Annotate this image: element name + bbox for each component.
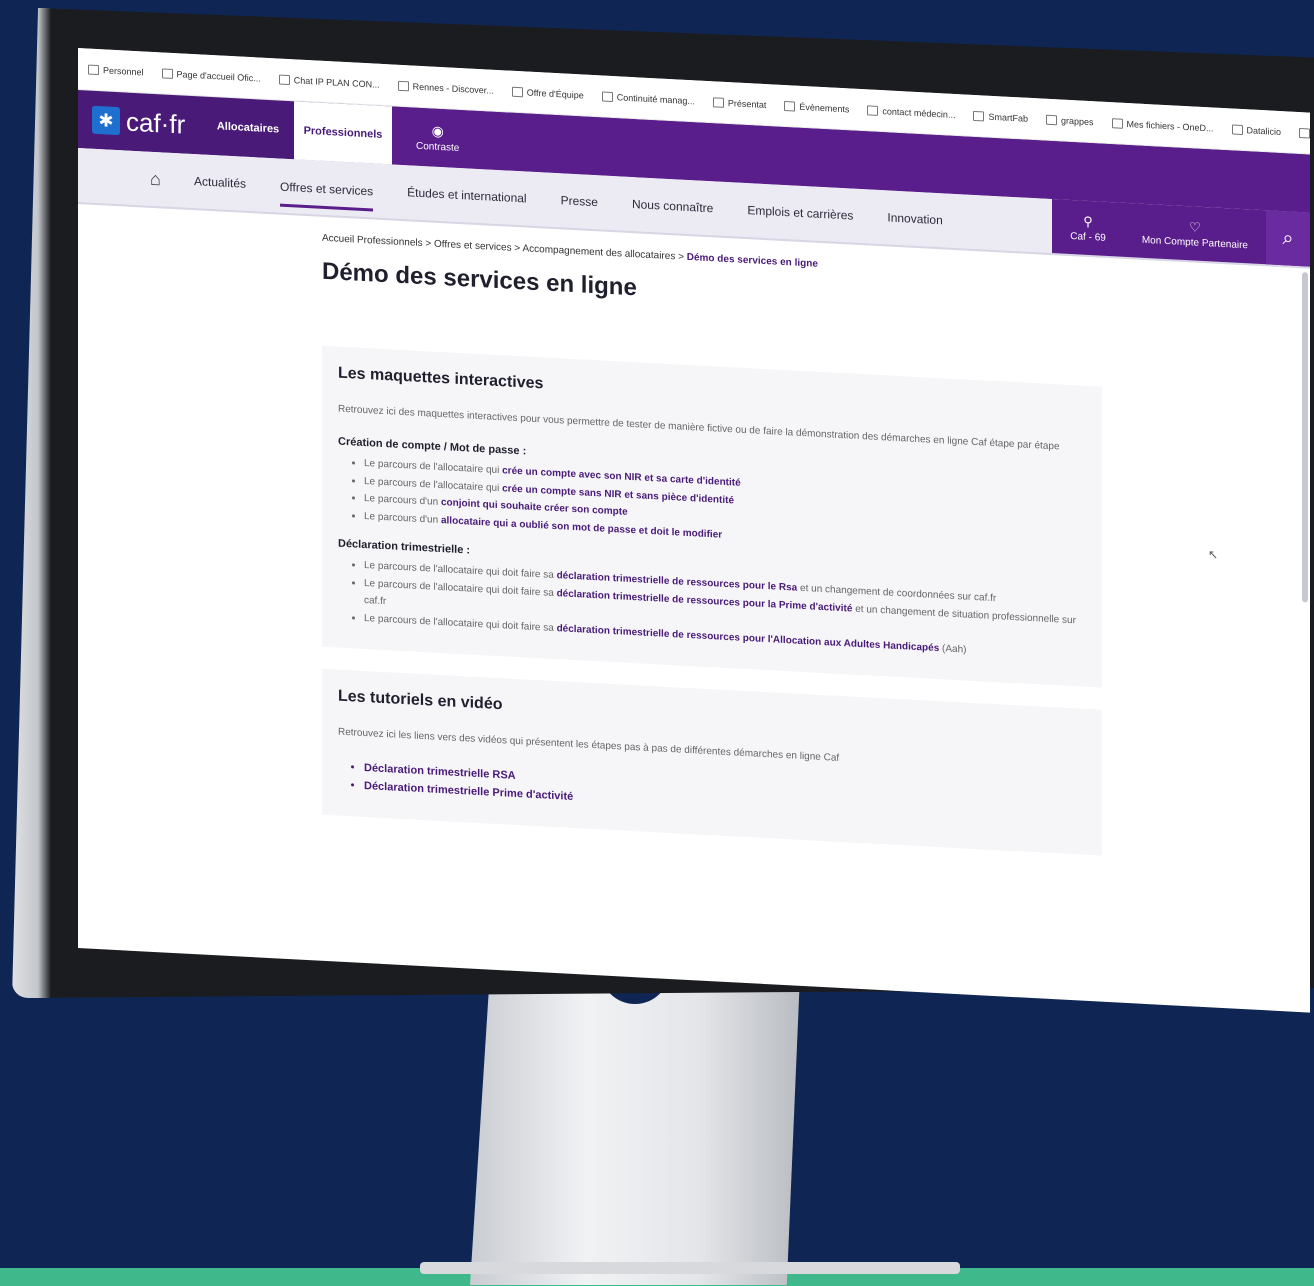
screen: Personnel Page d'accueil Ofic... Chat IP P… xyxy=(78,48,1310,1013)
logo-text: caf·fr xyxy=(126,106,186,140)
bookmark-label: Présentat xyxy=(727,97,767,110)
folder-icon xyxy=(88,64,99,75)
folder-icon xyxy=(511,86,523,97)
account-button[interactable]: ♡ Mon Compte Partenaire xyxy=(1124,215,1266,251)
folder-icon xyxy=(1231,123,1243,135)
bookmark-label: Offre d'Équipe xyxy=(526,87,584,101)
folder-icon xyxy=(784,100,796,112)
bookmark-label: Chat IP PLAN CON... xyxy=(293,74,380,90)
bookmark-item[interactable]: Personnel xyxy=(88,64,144,77)
nav-offres-services[interactable]: Offres et services xyxy=(280,179,374,211)
bookmark-label: Datalicio xyxy=(1246,124,1282,137)
folder-icon xyxy=(867,104,879,116)
scrollbar[interactable] xyxy=(1302,272,1308,603)
bookmark-label: SmartFab xyxy=(988,111,1028,124)
bookmark-item[interactable]: Mes fichiers - OneD... xyxy=(1111,117,1214,134)
bookmark-item[interactable]: grappes xyxy=(1045,114,1094,127)
folder-icon xyxy=(1045,114,1057,125)
bookmark-item[interactable]: Offre d'Équipe xyxy=(511,86,584,101)
monitor-base xyxy=(420,1262,960,1274)
contrast-button[interactable]: ◉ Contraste xyxy=(416,122,459,154)
bookmark-item[interactable]: Datalicio xyxy=(1231,123,1282,137)
bookmark-label: Personnel xyxy=(103,64,144,77)
folder-icon xyxy=(161,67,173,79)
tab-professionnels[interactable]: Professionnels xyxy=(294,101,392,165)
caf-location-button[interactable]: ⚲ Caf - 69 xyxy=(1052,212,1124,245)
home-icon[interactable]: ⌂ xyxy=(150,168,194,191)
bookmark-item[interactable]: Évènements xyxy=(784,100,850,114)
bookmark-label: Évènements xyxy=(799,101,850,114)
bookmark-label: Continuité manag... xyxy=(616,91,695,106)
tab-allocataires[interactable]: Allocataires xyxy=(202,96,294,159)
bookmark-label: Mes fichiers - OneD... xyxy=(1126,118,1214,134)
folder-icon xyxy=(397,80,409,91)
item-text-after: (Aah) xyxy=(939,642,967,656)
folder-icon xyxy=(712,96,724,108)
bookmark-label: Rennes - Discover... xyxy=(412,81,494,96)
breadcrumb-path[interactable]: Accueil Professionnels > Offres et servi… xyxy=(322,233,687,263)
card-tutoriels: Les tutoriels en vidéo Retrouvez ici les… xyxy=(322,668,1102,856)
location-pin-icon: ⚲ xyxy=(1083,213,1093,229)
nav-presse[interactable]: Presse xyxy=(561,193,598,209)
nav-actualites[interactable]: Actualités xyxy=(194,174,246,191)
bookmark-label: contact médecin... xyxy=(882,105,956,120)
bookmark-item[interactable]: Continuité manag... xyxy=(601,90,695,106)
nav-etudes[interactable]: Études et international xyxy=(407,185,526,205)
folder-icon xyxy=(1299,127,1310,139)
search-button[interactable]: ⌕ xyxy=(1266,210,1310,267)
bookmark-item[interactable]: Chat IP PLAN CON... xyxy=(278,74,380,90)
contrast-label: Contraste xyxy=(416,140,460,154)
caf-logo[interactable]: ✱ caf·fr xyxy=(78,90,202,154)
eye-icon: ◉ xyxy=(431,122,444,140)
nav-nous-connaitre[interactable]: Nous connaître xyxy=(632,197,713,215)
bookmark-item[interactable]: Autres favoris xyxy=(1299,127,1310,141)
bookmark-item[interactable]: Présentat xyxy=(712,96,767,110)
folder-icon xyxy=(1111,117,1123,129)
breadcrumb-current: Démo des services en ligne xyxy=(686,251,818,270)
nav-emplois[interactable]: Emplois et carrières xyxy=(747,203,853,223)
bookmark-label: grappes xyxy=(1060,115,1094,127)
search-icon: ⌕ xyxy=(1282,226,1294,250)
caf-location-label: Caf - 69 xyxy=(1070,230,1106,244)
item-text: Le parcours d'un xyxy=(364,492,441,509)
monitor-stand xyxy=(470,975,800,1285)
folder-icon xyxy=(278,74,290,85)
heart-icon: ♡ xyxy=(1189,218,1201,235)
bookmark-item[interactable]: Rennes - Discover... xyxy=(397,80,494,96)
mouse-cursor-icon: ↖ xyxy=(1208,547,1219,562)
nav-innovation[interactable]: Innovation xyxy=(887,210,942,227)
bookmark-item[interactable]: contact médecin... xyxy=(867,104,956,120)
account-label: Mon Compte Partenaire xyxy=(1141,234,1248,251)
bookmark-item[interactable]: Page d'accueil Ofic... xyxy=(161,67,261,84)
bookmark-label: Page d'accueil Ofic... xyxy=(176,68,261,84)
folder-icon xyxy=(973,110,985,122)
snowflake-logo-icon: ✱ xyxy=(92,105,120,136)
main-content: Accueil Professionnels > Offres et servi… xyxy=(322,233,1102,856)
item-text: Le parcours d'un xyxy=(364,510,441,526)
card-maquettes: Les maquettes interactives Retrouvez ici… xyxy=(322,345,1102,688)
bookmark-item[interactable]: SmartFab xyxy=(973,110,1028,123)
folder-icon xyxy=(601,90,613,102)
